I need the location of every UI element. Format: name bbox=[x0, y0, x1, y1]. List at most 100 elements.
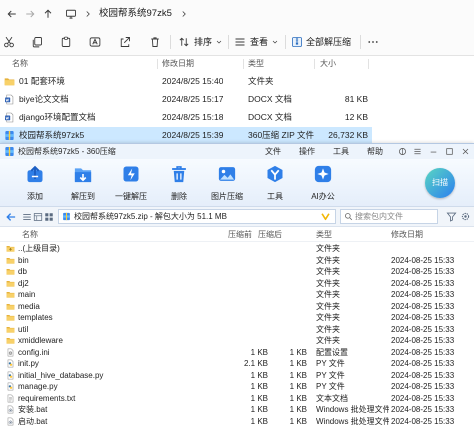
column-size[interactable]: 大小 bbox=[320, 57, 336, 71]
thumbnail-view-icon[interactable] bbox=[44, 212, 54, 222]
back-icon[interactable] bbox=[6, 8, 18, 20]
column-before[interactable]: 压缩前 bbox=[228, 227, 252, 242]
app-logo-icon bbox=[4, 146, 15, 157]
file-row[interactable]: biye论文文档 2024/8/25 15:17 DOCX 文档 81 KB bbox=[0, 91, 372, 108]
extract-all-label: 全部解压缩 bbox=[306, 37, 352, 47]
column-date[interactable]: 修改日期 bbox=[391, 227, 423, 242]
entry-type: 文件夹 bbox=[316, 244, 340, 253]
docx-icon bbox=[4, 112, 15, 123]
menu-item[interactable]: 操作 bbox=[299, 144, 315, 159]
entry-date: 2024-08-25 15:33 bbox=[391, 347, 455, 357]
folder-icon bbox=[6, 290, 15, 299]
maximize-icon[interactable] bbox=[445, 147, 454, 156]
python-file-icon bbox=[6, 382, 15, 391]
minimize-icon[interactable] bbox=[429, 147, 438, 156]
search-box[interactable] bbox=[340, 209, 438, 224]
menu-item[interactable]: 文件 bbox=[265, 144, 281, 159]
entry-row[interactable]: initial_hive_database.py 1 KB 1 KB PY 文件 202… bbox=[0, 370, 474, 382]
extract-all-icon bbox=[291, 36, 303, 48]
view-button[interactable]: 查看 bbox=[232, 28, 282, 56]
file-row[interactable]: 校园帮系统97zk5 2024/8/25 15:39 360压缩 ZIP 文件 26,… bbox=[0, 127, 372, 144]
toolbar-button[interactable]: 删除 bbox=[156, 159, 202, 207]
zip-title-bar[interactable]: 校园帮系统97zk5 - 360压缩 文件 操作 工具 帮助 bbox=[0, 144, 474, 159]
archive-path-field[interactable]: 校园帮系统97zk5.zip - 解包大小为 51.1 MB bbox=[58, 209, 336, 224]
entry-row[interactable]: templates 文件夹 2024-08-25 15:33 bbox=[0, 312, 474, 324]
rename-icon[interactable] bbox=[89, 36, 101, 48]
scan-button[interactable]: 扫描 bbox=[425, 168, 455, 198]
toolbar-button[interactable]: 一键解压 bbox=[108, 159, 154, 207]
window-title: 校园帮系统97zk5 - 360压缩 bbox=[18, 147, 116, 156]
entry-row[interactable]: xmiddleware 文件夹 2024-08-25 15:33 bbox=[0, 335, 474, 347]
toolbar-button[interactable]: 解压到 bbox=[60, 159, 106, 207]
sort-button[interactable]: 排序 bbox=[176, 28, 226, 56]
nav-back-icon[interactable] bbox=[5, 211, 17, 223]
menu-item[interactable]: 帮助 bbox=[367, 144, 383, 159]
entry-row[interactable]: media 文件夹 2024-08-25 15:33 bbox=[0, 301, 474, 313]
entry-type: 文件夹 bbox=[316, 267, 340, 276]
share-icon[interactable] bbox=[119, 36, 131, 48]
entry-row[interactable]: 启动.bat 1 KB 1 KB Windows 批处理文件 2024-08-25 15… bbox=[0, 416, 474, 428]
entry-type: Windows 批处理文件 bbox=[316, 416, 389, 426]
entry-row[interactable]: db 文件夹 2024-08-25 15:33 bbox=[0, 266, 474, 278]
entry-row[interactable]: init.py 2.1 KB 1 KB PY 文件 2024-08-25 15:33 bbox=[0, 358, 474, 370]
entry-size-after: 1 KB bbox=[289, 359, 307, 368]
cut-icon[interactable] bbox=[3, 36, 15, 48]
entry-row[interactable]: main 文件夹 2024-08-25 15:33 bbox=[0, 289, 474, 301]
list-view-icon[interactable] bbox=[22, 212, 32, 222]
file-row[interactable]: 01 配套环境 2024/8/25 15:40 文件夹 bbox=[0, 73, 372, 90]
menu-icon[interactable] bbox=[413, 147, 422, 156]
entry-type: 文件夹 bbox=[316, 301, 340, 311]
chevron-right-icon[interactable] bbox=[83, 9, 93, 19]
search-input[interactable] bbox=[355, 210, 435, 223]
entry-row[interactable]: ..(上级目录) 文件夹 bbox=[0, 243, 474, 255]
entry-row[interactable]: util 文件夹 2024-08-25 15:33 bbox=[0, 324, 474, 336]
settings-icon[interactable] bbox=[460, 211, 471, 222]
entry-row[interactable]: config.ini 1 KB 1 KB 配置设置 2024-08-25 15:33 bbox=[0, 347, 474, 359]
column-name[interactable]: 名称 bbox=[12, 57, 28, 71]
path-dropdown-icon[interactable] bbox=[320, 211, 331, 222]
file-size: 12 KB bbox=[344, 112, 368, 122]
column-type[interactable]: 类型 bbox=[316, 227, 332, 242]
detail-view-icon[interactable] bbox=[33, 212, 43, 222]
entry-row[interactable]: 安装.bat 1 KB 1 KB Windows 批处理文件 2024-08-25 15… bbox=[0, 404, 474, 416]
chevron-right-icon[interactable] bbox=[179, 9, 189, 19]
entry-name: manage.py bbox=[18, 382, 58, 391]
column-date[interactable]: 修改日期 bbox=[162, 57, 194, 71]
copy-icon[interactable] bbox=[31, 36, 43, 48]
entry-row[interactable]: bin 文件夹 2024-08-25 15:33 bbox=[0, 255, 474, 267]
filter-icon[interactable] bbox=[446, 211, 457, 222]
more-icon[interactable] bbox=[367, 36, 379, 48]
entry-size-after: 1 KB bbox=[289, 416, 307, 426]
toolbar-button[interactable]: 图片压缩 bbox=[204, 159, 250, 207]
column-type[interactable]: 类型 bbox=[248, 57, 264, 71]
entry-date: 2024-08-25 15:33 bbox=[391, 393, 455, 403]
breadcrumb-current-folder[interactable]: 校园帮系统97zk5 bbox=[99, 0, 172, 28]
entry-row[interactable]: requirements.txt 1 KB 1 KB 文本文档 2024-08-25 1… bbox=[0, 393, 474, 405]
entry-row[interactable]: dj2 文件夹 2024-08-25 15:33 bbox=[0, 278, 474, 290]
paste-icon[interactable] bbox=[60, 36, 72, 48]
column-name[interactable]: 名称 bbox=[22, 227, 38, 242]
entry-name: config.ini bbox=[18, 347, 50, 357]
entry-size-before: 1 KB bbox=[250, 347, 268, 357]
toolbar-button[interactable]: 添加 bbox=[12, 159, 58, 207]
menu-item[interactable]: 工具 bbox=[333, 144, 349, 159]
skin-icon[interactable] bbox=[398, 147, 407, 156]
monitor-icon[interactable] bbox=[65, 8, 77, 20]
toolbar-button[interactable]: AI办公 bbox=[300, 159, 346, 207]
column-after[interactable]: 压缩后 bbox=[258, 227, 282, 242]
ini-file-icon bbox=[6, 348, 15, 357]
toolbar-button[interactable]: 工具 bbox=[252, 159, 298, 207]
delete-icon[interactable] bbox=[149, 36, 161, 48]
entry-name: media bbox=[18, 301, 40, 311]
file-row[interactable]: django环境配置文档 2024/8/25 15:18 DOCX 文档 12 KB bbox=[0, 109, 372, 126]
close-icon[interactable] bbox=[461, 147, 470, 156]
explorer-command-bar: 排序 查看 全部解压缩 bbox=[0, 28, 474, 56]
up-icon[interactable] bbox=[42, 8, 54, 20]
extract-all-button[interactable]: 全部解压缩 bbox=[289, 28, 355, 56]
forward-icon[interactable] bbox=[24, 8, 36, 20]
tools-icon bbox=[265, 164, 285, 184]
ai-office-icon bbox=[313, 164, 333, 184]
folder-icon bbox=[6, 313, 15, 322]
entry-row[interactable]: manage.py 1 KB 1 KB PY 文件 2024-08-25 15:33 bbox=[0, 381, 474, 393]
entry-name: xmiddleware bbox=[18, 336, 63, 345]
